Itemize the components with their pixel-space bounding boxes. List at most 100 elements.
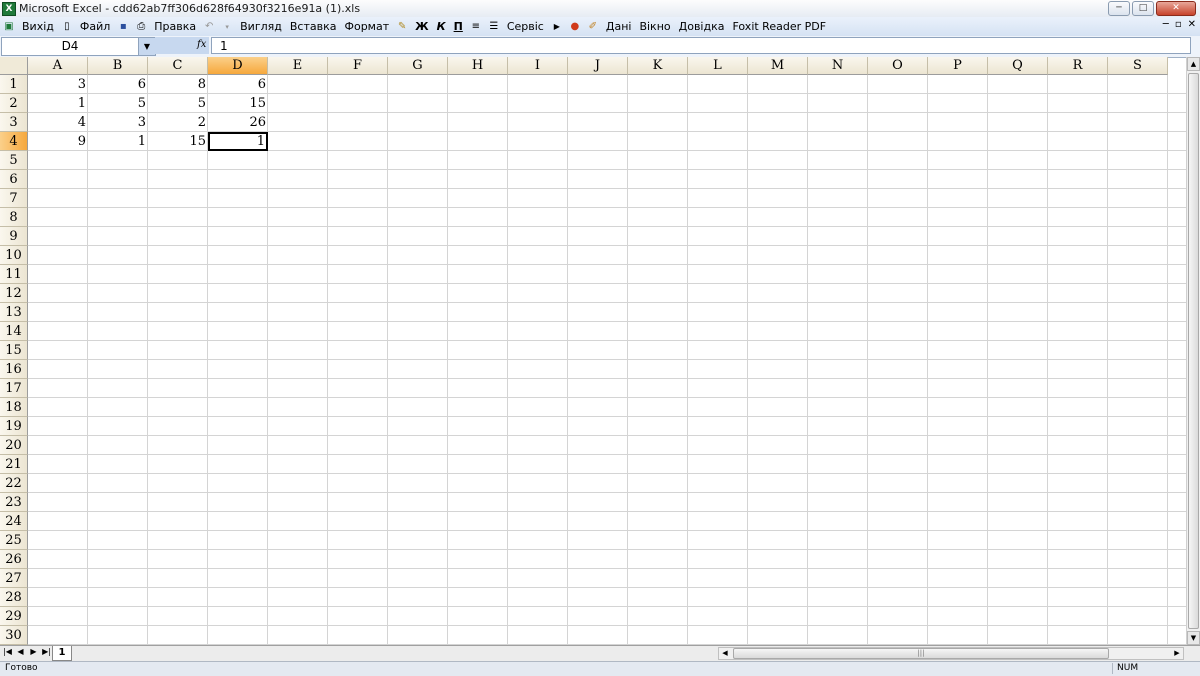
column-header-r[interactable]: R	[1048, 57, 1108, 75]
undo-dropdown-icon[interactable]: ▾	[220, 20, 234, 34]
cell-d3[interactable]: 26	[208, 113, 268, 132]
column-header-l[interactable]: L	[688, 57, 748, 75]
row-header-15[interactable]: 15	[0, 341, 28, 360]
horizontal-scrollbar[interactable]: ◀ ||| ▶	[718, 647, 1184, 660]
row-header-11[interactable]: 11	[0, 265, 28, 284]
exit-icon[interactable]: ▣	[2, 20, 16, 34]
cell-c1[interactable]: 8	[148, 75, 208, 94]
play-macro-icon[interactable]: ▶	[550, 20, 564, 34]
close-button[interactable]: ✕	[1156, 1, 1196, 16]
save-icon[interactable]: ▪	[116, 20, 130, 34]
menu-view[interactable]: Вигляд	[236, 20, 286, 33]
row-header-21[interactable]: 21	[0, 455, 28, 474]
horizontal-scroll-thumb[interactable]: |||	[733, 648, 1109, 659]
next-sheet-icon[interactable]: ▶	[29, 647, 38, 656]
maximize-button[interactable]: □	[1132, 1, 1154, 16]
column-header-n[interactable]: N	[808, 57, 868, 75]
scroll-down-icon[interactable]: ▼	[1187, 631, 1200, 645]
column-header-h[interactable]: H	[448, 57, 508, 75]
row-header-24[interactable]: 24	[0, 512, 28, 531]
cell-b3[interactable]: 3	[88, 113, 148, 132]
scroll-right-icon[interactable]: ▶	[1171, 648, 1183, 659]
cell-grid[interactable]: 3 6 8 6 1 5 5 15 4 3 2 26 9 1 15 1	[28, 75, 1186, 645]
column-header-q[interactable]: Q	[988, 57, 1048, 75]
cell-c4[interactable]: 15	[148, 132, 208, 151]
row-header-20[interactable]: 20	[0, 436, 28, 455]
column-header-g[interactable]: G	[388, 57, 448, 75]
chart-wizard-icon[interactable]: ✐	[586, 20, 600, 34]
row-header-27[interactable]: 27	[0, 569, 28, 588]
italic-button[interactable]: К	[433, 20, 450, 33]
row-header-9[interactable]: 9	[0, 227, 28, 246]
align-center-icon[interactable]: ☰	[487, 20, 501, 34]
column-header-i[interactable]: I	[508, 57, 568, 75]
row-header-8[interactable]: 8	[0, 208, 28, 227]
function-icon[interactable]: fx	[197, 39, 206, 50]
undo-icon[interactable]: ↶	[202, 20, 216, 34]
row-header-18[interactable]: 18	[0, 398, 28, 417]
cell-c3[interactable]: 2	[148, 113, 208, 132]
new-document-icon[interactable]: ▯	[60, 20, 74, 34]
row-header-28[interactable]: 28	[0, 588, 28, 607]
underline-button[interactable]: П	[450, 20, 467, 33]
vertical-scroll-thumb[interactable]	[1188, 73, 1199, 629]
first-sheet-icon[interactable]: |◀	[3, 647, 12, 656]
menu-file[interactable]: Файл	[76, 20, 114, 33]
cell-a4[interactable]: 9	[28, 132, 88, 151]
minimize-button[interactable]: ─	[1108, 1, 1130, 16]
row-header-1[interactable]: 1	[0, 75, 28, 94]
menu-exit[interactable]: Вихід	[18, 20, 58, 33]
row-header-10[interactable]: 10	[0, 246, 28, 265]
column-header-b[interactable]: B	[88, 57, 148, 75]
doc-minimize-button[interactable]: ─	[1163, 19, 1169, 30]
last-sheet-icon[interactable]: ▶|	[42, 647, 51, 656]
scroll-left-icon[interactable]: ◀	[719, 648, 731, 659]
cell-d4[interactable]: 1	[208, 132, 268, 151]
cell-a1[interactable]: 3	[28, 75, 88, 94]
row-header-14[interactable]: 14	[0, 322, 28, 341]
column-header-e[interactable]: E	[268, 57, 328, 75]
cell-c2[interactable]: 5	[148, 94, 208, 113]
cell-b1[interactable]: 6	[88, 75, 148, 94]
row-header-4[interactable]: 4	[0, 132, 28, 151]
column-header-f[interactable]: F	[328, 57, 388, 75]
cell-d1[interactable]: 6	[208, 75, 268, 94]
doc-restore-button[interactable]: ▫	[1175, 19, 1182, 30]
menu-tools[interactable]: Сервіс	[503, 20, 548, 33]
name-box[interactable]: D4	[1, 37, 139, 56]
row-header-7[interactable]: 7	[0, 189, 28, 208]
scroll-up-icon[interactable]: ▲	[1187, 57, 1200, 71]
record-icon[interactable]: ●	[568, 20, 582, 34]
row-header-3[interactable]: 3	[0, 113, 28, 132]
vertical-scrollbar[interactable]: ▲ ▼	[1186, 57, 1200, 645]
doc-close-button[interactable]: ✕	[1188, 19, 1196, 30]
menu-window[interactable]: Вікно	[635, 20, 674, 33]
align-left-icon[interactable]: ≡	[469, 20, 483, 34]
row-header-16[interactable]: 16	[0, 360, 28, 379]
row-header-26[interactable]: 26	[0, 550, 28, 569]
row-header-17[interactable]: 17	[0, 379, 28, 398]
sheet-tab-1[interactable]: 1	[52, 646, 72, 661]
row-header-23[interactable]: 23	[0, 493, 28, 512]
menu-format[interactable]: Формат	[341, 20, 394, 33]
column-header-d[interactable]: D	[208, 57, 268, 75]
row-header-13[interactable]: 13	[0, 303, 28, 322]
cell-a2[interactable]: 1	[28, 94, 88, 113]
column-header-a[interactable]: A	[28, 57, 88, 75]
row-header-2[interactable]: 2	[0, 94, 28, 113]
row-header-19[interactable]: 19	[0, 417, 28, 436]
column-header-j[interactable]: J	[568, 57, 628, 75]
row-header-30[interactable]: 30	[0, 626, 28, 645]
menu-help[interactable]: Довідка	[675, 20, 729, 33]
bold-button[interactable]: Ж	[411, 20, 432, 33]
cell-a3[interactable]: 4	[28, 113, 88, 132]
row-header-25[interactable]: 25	[0, 531, 28, 550]
row-header-5[interactable]: 5	[0, 151, 28, 170]
row-header-22[interactable]: 22	[0, 474, 28, 493]
row-header-29[interactable]: 29	[0, 607, 28, 626]
select-all-corner[interactable]	[0, 57, 28, 75]
format-painter-icon[interactable]: ✎	[395, 20, 409, 34]
menu-data[interactable]: Дані	[602, 20, 636, 33]
print-preview-icon[interactable]: ⎙	[134, 20, 148, 34]
column-header-m[interactable]: M	[748, 57, 808, 75]
